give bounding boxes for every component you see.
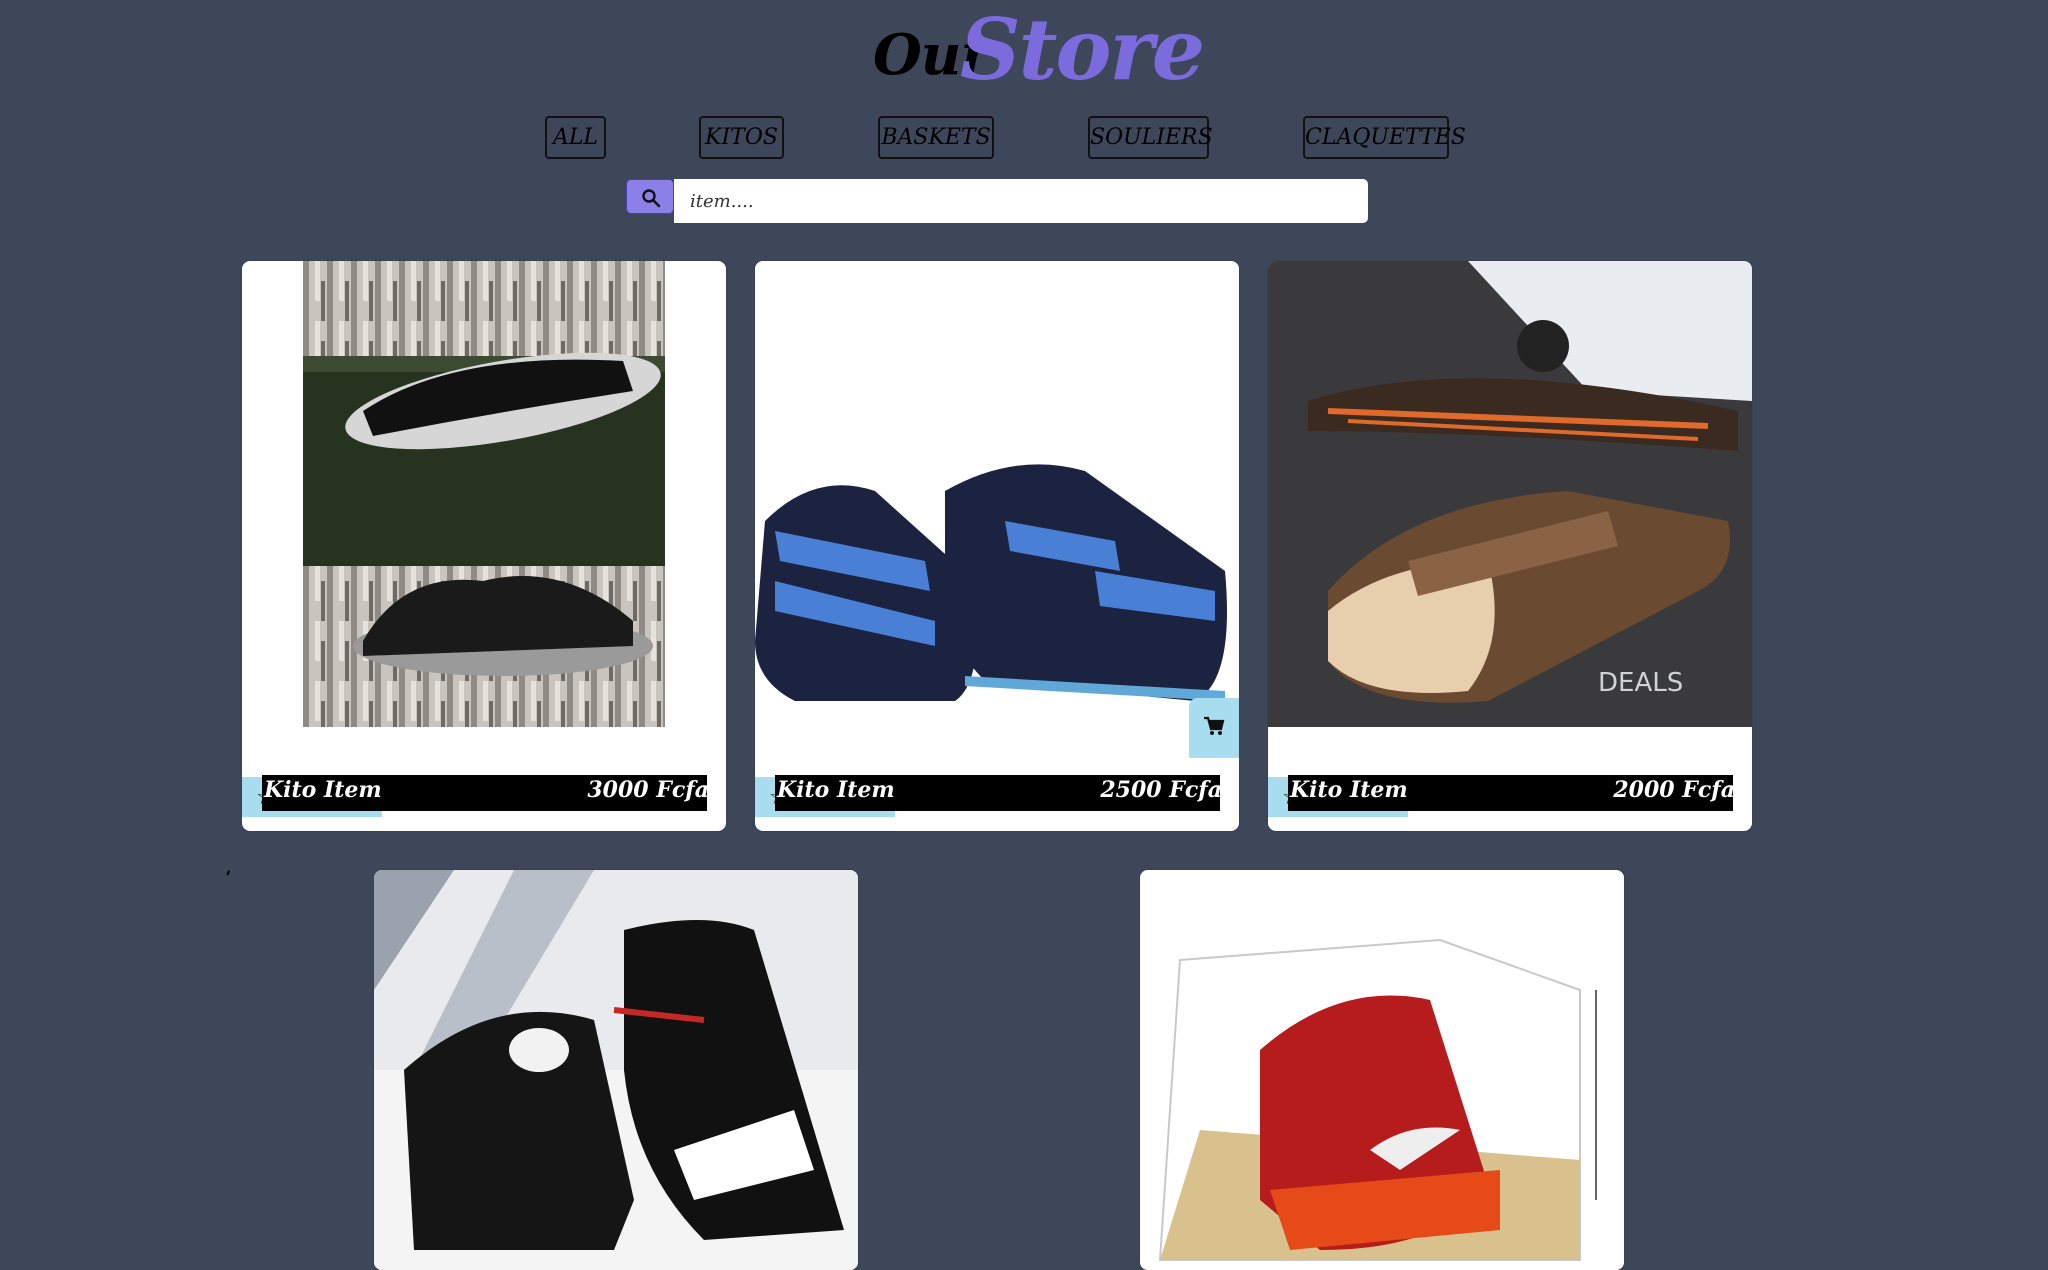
product-price: 3000 Fcfa — [587, 777, 707, 803]
filter-kitos-button[interactable]: KITOS — [699, 116, 784, 159]
cart-icon — [1204, 716, 1225, 735]
price-bar: Kito Item 2000 Fcfa — [1288, 775, 1733, 811]
filter-claquettes-button[interactable]: CLAQUETTES — [1303, 116, 1466, 159]
product-card[interactable] — [374, 870, 858, 1270]
product-name: Kito Item — [1290, 777, 1408, 803]
price-bar: Kito Item 2500 Fcfa — [775, 775, 1220, 811]
filter-souliers-button[interactable]: SOULIERS — [1088, 116, 1213, 159]
search-button[interactable] — [626, 179, 674, 214]
product-image — [755, 261, 1239, 727]
product-price: 2500 Fcfa — [1100, 777, 1220, 803]
product-card[interactable]: DEALS ☆ ☆ ☆ ☆ ☆ Kito Item 2000 Fcfa — [1268, 261, 1752, 831]
product-image — [374, 870, 858, 1270]
product-card[interactable] — [1140, 870, 1624, 1270]
page-title-store: Store — [960, 0, 1205, 99]
product-card[interactable]: ☆ ☆ ☆ ☆ ☆ Kito Item 2500 Fcfa — [755, 261, 1239, 831]
svg-text:DEALS: DEALS — [1598, 668, 1683, 698]
product-image — [1140, 870, 1624, 1270]
filter-baskets-button[interactable]: BASKETS — [878, 116, 994, 159]
product-price: 2000 Fcfa — [1613, 777, 1733, 803]
product-name: Kito Item — [264, 777, 382, 803]
product-card[interactable]: ☆ ☆ ☆ ☆ ☆ Kito Item 3000 Fcfa — [242, 261, 726, 831]
product-image — [303, 261, 665, 727]
search-input[interactable] — [674, 179, 1368, 223]
price-bar: Kito Item 3000 Fcfa — [262, 775, 707, 811]
product-name: Kito Item — [777, 777, 895, 803]
stray-mark: , — [226, 858, 232, 877]
page-title: Our Store — [0, 0, 2048, 99]
search-icon — [642, 189, 661, 208]
product-image: DEALS — [1268, 261, 1752, 727]
filter-all-button[interactable]: ALL — [545, 116, 606, 159]
add-to-cart-button[interactable] — [1189, 698, 1239, 758]
